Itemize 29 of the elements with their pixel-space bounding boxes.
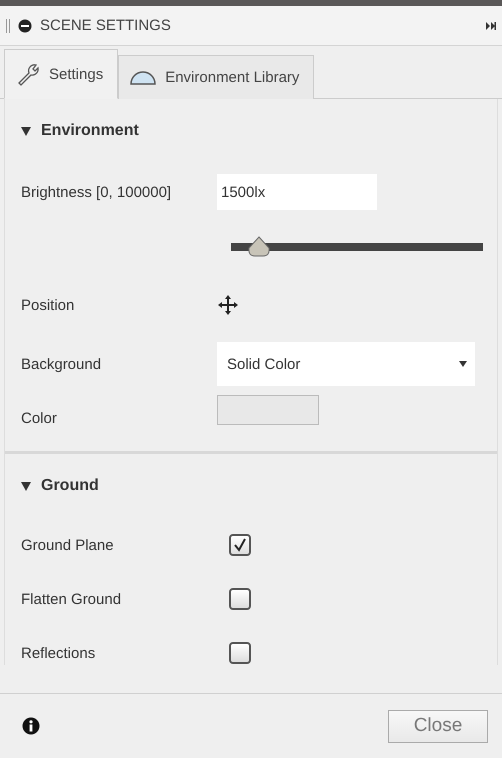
tab[interactable]: Settings	[4, 49, 118, 99]
background-dropdown[interactable]: Solid Color	[217, 342, 475, 386]
section-title: Environment	[41, 122, 139, 140]
checkbox[interactable]	[229, 588, 251, 610]
property-label: Reflections	[21, 644, 96, 662]
expand-icon[interactable]	[486, 20, 496, 30]
checkbox[interactable]	[229, 642, 251, 664]
close-button[interactable]: Close	[388, 710, 488, 742]
info-icon[interactable]	[22, 717, 40, 735]
disclosure-triangle-icon[interactable]	[21, 482, 31, 490]
property-label: Position	[21, 296, 76, 314]
collapse-icon[interactable]	[18, 18, 32, 32]
slider-thumb[interactable]	[246, 236, 271, 258]
property-label: Ground Plane	[21, 536, 115, 554]
section-title: Ground	[41, 477, 99, 495]
brightness-field[interactable]: 1500lx	[217, 174, 377, 210]
dome-icon	[129, 68, 158, 86]
check-icon	[233, 538, 247, 552]
color-swatch[interactable]	[217, 395, 319, 425]
property-label: Brightness [0, 100000]	[21, 184, 172, 200]
tab[interactable]: Environment Library	[118, 55, 314, 99]
property-label: Color	[21, 410, 58, 426]
panel-title: SCENE SETTINGS	[40, 17, 171, 34]
property-label: Background	[21, 356, 102, 372]
checkbox[interactable]	[229, 534, 251, 556]
drag-handle[interactable]	[6, 18, 10, 32]
property-label: Flatten Ground	[21, 590, 122, 608]
move-icon[interactable]	[217, 294, 239, 316]
disclosure-triangle-icon[interactable]	[21, 126, 31, 136]
